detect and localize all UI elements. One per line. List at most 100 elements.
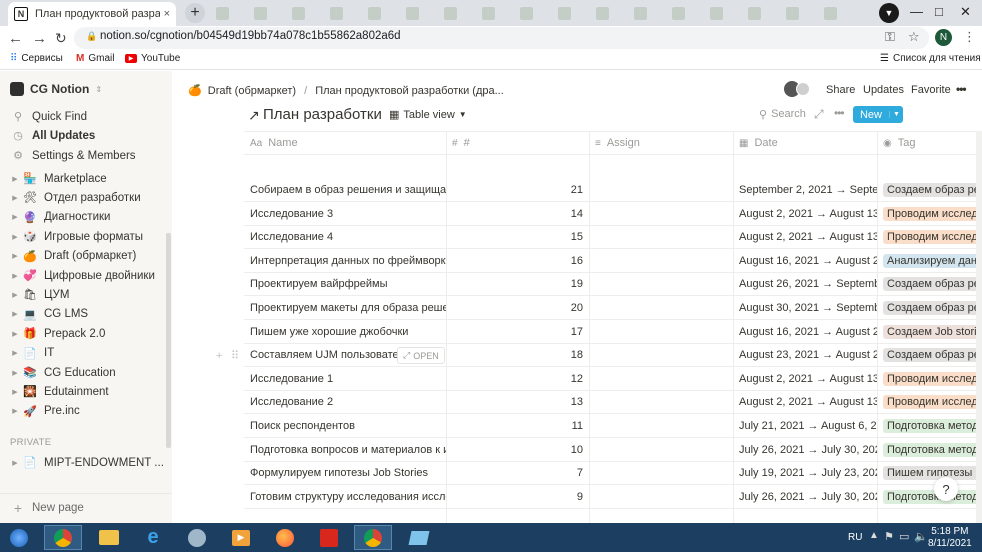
sidebar-settings[interactable]: ⚙ Settings & Members <box>0 146 135 165</box>
new-tab-button[interactable]: + <box>185 3 205 23</box>
tray-flag-icon[interactable]: ⚑ <box>884 530 894 543</box>
row-tag-cell[interactable]: Создаем образ ре <box>883 343 982 367</box>
row-number[interactable]: 16 <box>446 249 583 273</box>
row-date[interactable]: August 23, 2021 → August 27, <box>739 343 877 367</box>
expand-arrow-icon[interactable]: ▶ <box>8 252 22 260</box>
row-name[interactable]: Поиск респондентов <box>250 414 446 438</box>
column-header[interactable]: ≡ Assign <box>595 132 640 154</box>
tab-close-icon[interactable]: × <box>164 8 170 20</box>
row-name[interactable]: Исследование 2 <box>250 390 446 414</box>
table-row[interactable]: Исследование 1 12 August 2, 2021 → August … <box>244 367 982 391</box>
row-tag-cell[interactable]: Создаем образ ре <box>883 272 982 296</box>
new-record-button[interactable]: New ▼ <box>853 106 903 123</box>
row-number[interactable]: 13 <box>446 390 583 414</box>
background-tab-icon[interactable] <box>710 7 723 20</box>
tray-chevron-icon[interactable]: ▲ <box>869 530 879 541</box>
sidebar-item[interactable]: ▶ 🎁 Prepack 2.0 <box>0 324 105 343</box>
sidebar-item[interactable]: ▶ 🛍 ЦУМ <box>0 285 69 304</box>
column-header[interactable]: ◉ Tag <box>883 132 915 154</box>
add-row-plus-icon[interactable]: + <box>216 350 222 362</box>
row-number[interactable]: 18 <box>446 343 583 367</box>
taskbar-app-9[interactable] <box>400 525 438 550</box>
new-page-button[interactable]: + New page <box>0 498 84 517</box>
tray-network-icon[interactable]: ▭ <box>899 530 909 543</box>
row-date[interactable]: July 21, 2021 → August 6, 202 <box>739 414 877 438</box>
sidebar-item[interactable]: ▶ 💻 CG LMS <box>0 305 88 324</box>
more-options-button[interactable]: ••• <box>956 82 967 96</box>
expand-arrow-icon[interactable]: ▶ <box>8 310 22 318</box>
row-assign[interactable] <box>589 438 727 462</box>
row-date[interactable]: September 2, 2021 → Septemb <box>739 178 877 202</box>
row-number[interactable]: 11 <box>446 414 583 438</box>
row-tag-cell[interactable]: Создаем образ реш <box>883 178 982 202</box>
row-name[interactable]: Формулируем гипотезы Job Stories <box>250 461 446 485</box>
sidebar-item[interactable]: ▶ 🍊 Draft (обрмаркет) <box>0 247 136 266</box>
row-name[interactable]: Проектируем вайрфреймы <box>250 272 446 296</box>
share-button[interactable]: Share <box>826 84 855 96</box>
taskbar-ie[interactable]: e <box>134 525 172 550</box>
workspace-switcher[interactable]: CG Notion ⇕ <box>10 82 102 96</box>
taskbar-acrobat[interactable] <box>310 525 348 550</box>
expand-arrow-icon[interactable]: ▶ <box>8 349 22 357</box>
row-tag-cell[interactable]: Проводим исслед <box>883 367 982 391</box>
open-fullpage-icon[interactable]: ⤢ <box>814 107 824 122</box>
profile-avatar[interactable]: N <box>935 29 952 46</box>
breadcrumb-current[interactable]: План продуктовой разработки (дра... <box>315 85 504 97</box>
favorite-button[interactable]: Favorite <box>911 84 951 96</box>
browser-tab[interactable]: N План продуктовой разработки ( × <box>8 2 176 26</box>
row-tag-cell[interactable]: Анализируем данн <box>883 249 982 273</box>
row-number[interactable]: 15 <box>446 225 583 249</box>
background-tab-icon[interactable] <box>254 7 267 20</box>
background-tab-icon[interactable] <box>596 7 609 20</box>
sidebar-item[interactable]: ▶ 🚀 Pre.inc <box>0 402 80 421</box>
row-assign[interactable] <box>589 485 727 509</box>
background-tab-icon[interactable] <box>558 7 571 20</box>
table-row[interactable]: Составляем UJM пользователя 18 August 23, … <box>244 343 982 368</box>
table-row[interactable]: Исследование 3 14 August 2, 2021 → August … <box>244 202 982 226</box>
row-number[interactable]: 19 <box>446 272 583 296</box>
avatar-2[interactable] <box>796 82 810 96</box>
taskbar-media[interactable]: ▶ <box>222 525 260 550</box>
row-assign[interactable] <box>589 343 727 367</box>
drag-handle-icon[interactable]: ⠿ <box>231 349 239 362</box>
row-number[interactable]: 20 <box>446 296 583 320</box>
row-date[interactable]: August 30, 2021 → September <box>739 296 877 320</box>
row-date[interactable]: July 19, 2021 → July 23, 2021 <box>739 461 877 485</box>
row-assign[interactable] <box>589 390 727 414</box>
taskbar-chrome[interactable] <box>44 525 82 550</box>
sidebar-quick-find[interactable]: ⚲ Quick Find <box>0 107 87 126</box>
key-icon[interactable]: ⚿ <box>885 29 895 45</box>
row-name[interactable]: Пишем уже хорошие джобочки <box>250 320 446 344</box>
table-row[interactable]: Подготовка вопросов и материалов к исс 10… <box>244 438 982 462</box>
taskbar-app-4[interactable] <box>178 525 216 550</box>
open-row-button[interactable]: ⤢ OPEN <box>397 347 445 364</box>
row-tag-cell[interactable]: Создаем образ ре <box>883 296 982 320</box>
background-tab-icon[interactable] <box>330 7 343 20</box>
background-tab-icon[interactable] <box>482 7 495 20</box>
expand-arrow-icon[interactable]: ▶ <box>8 369 22 377</box>
db-search-button[interactable]: ⚲ Search <box>759 108 806 121</box>
db-more-icon[interactable]: ••• <box>834 106 845 120</box>
row-number[interactable]: 17 <box>446 320 583 344</box>
sidebar-all-updates[interactable]: ◷ All Updates <box>0 126 95 145</box>
windows-start-button[interactable] <box>0 525 38 550</box>
row-date[interactable]: August 2, 2021 → August 13, 2 <box>739 390 877 414</box>
expand-arrow-icon[interactable]: ▶ <box>8 233 22 241</box>
row-number[interactable]: 21 <box>446 178 583 202</box>
row-assign[interactable] <box>589 296 727 320</box>
background-tab-icon[interactable] <box>216 7 229 20</box>
table-row[interactable]: Проектируем макеты для образа решения 20 A… <box>244 296 982 320</box>
row-name[interactable]: Подготовка вопросов и материалов к исс <box>250 438 446 462</box>
row-tag-cell[interactable]: Пишем гипотезы р <box>883 461 982 485</box>
row-date[interactable]: August 2, 2021 → August 13, 2 <box>739 225 877 249</box>
forward-icon[interactable]: → <box>32 30 47 47</box>
db-title[interactable]: План разработки <box>263 106 382 123</box>
column-header[interactable]: Aa Name <box>250 132 298 154</box>
table-row[interactable]: Исследование 2 13 August 2, 2021 → August … <box>244 390 982 415</box>
chevron-down-icon[interactable]: ▼ <box>889 111 903 118</box>
sidebar-scrollbar[interactable] <box>166 233 171 448</box>
expand-arrow-icon[interactable]: ▶ <box>8 194 22 202</box>
table-row[interactable]: Пишем уже хорошие джобочки 17 August 16, 2… <box>244 320 982 344</box>
background-tab-icon[interactable] <box>292 7 305 20</box>
row-tag-cell[interactable]: Проводим исслед <box>883 202 982 226</box>
